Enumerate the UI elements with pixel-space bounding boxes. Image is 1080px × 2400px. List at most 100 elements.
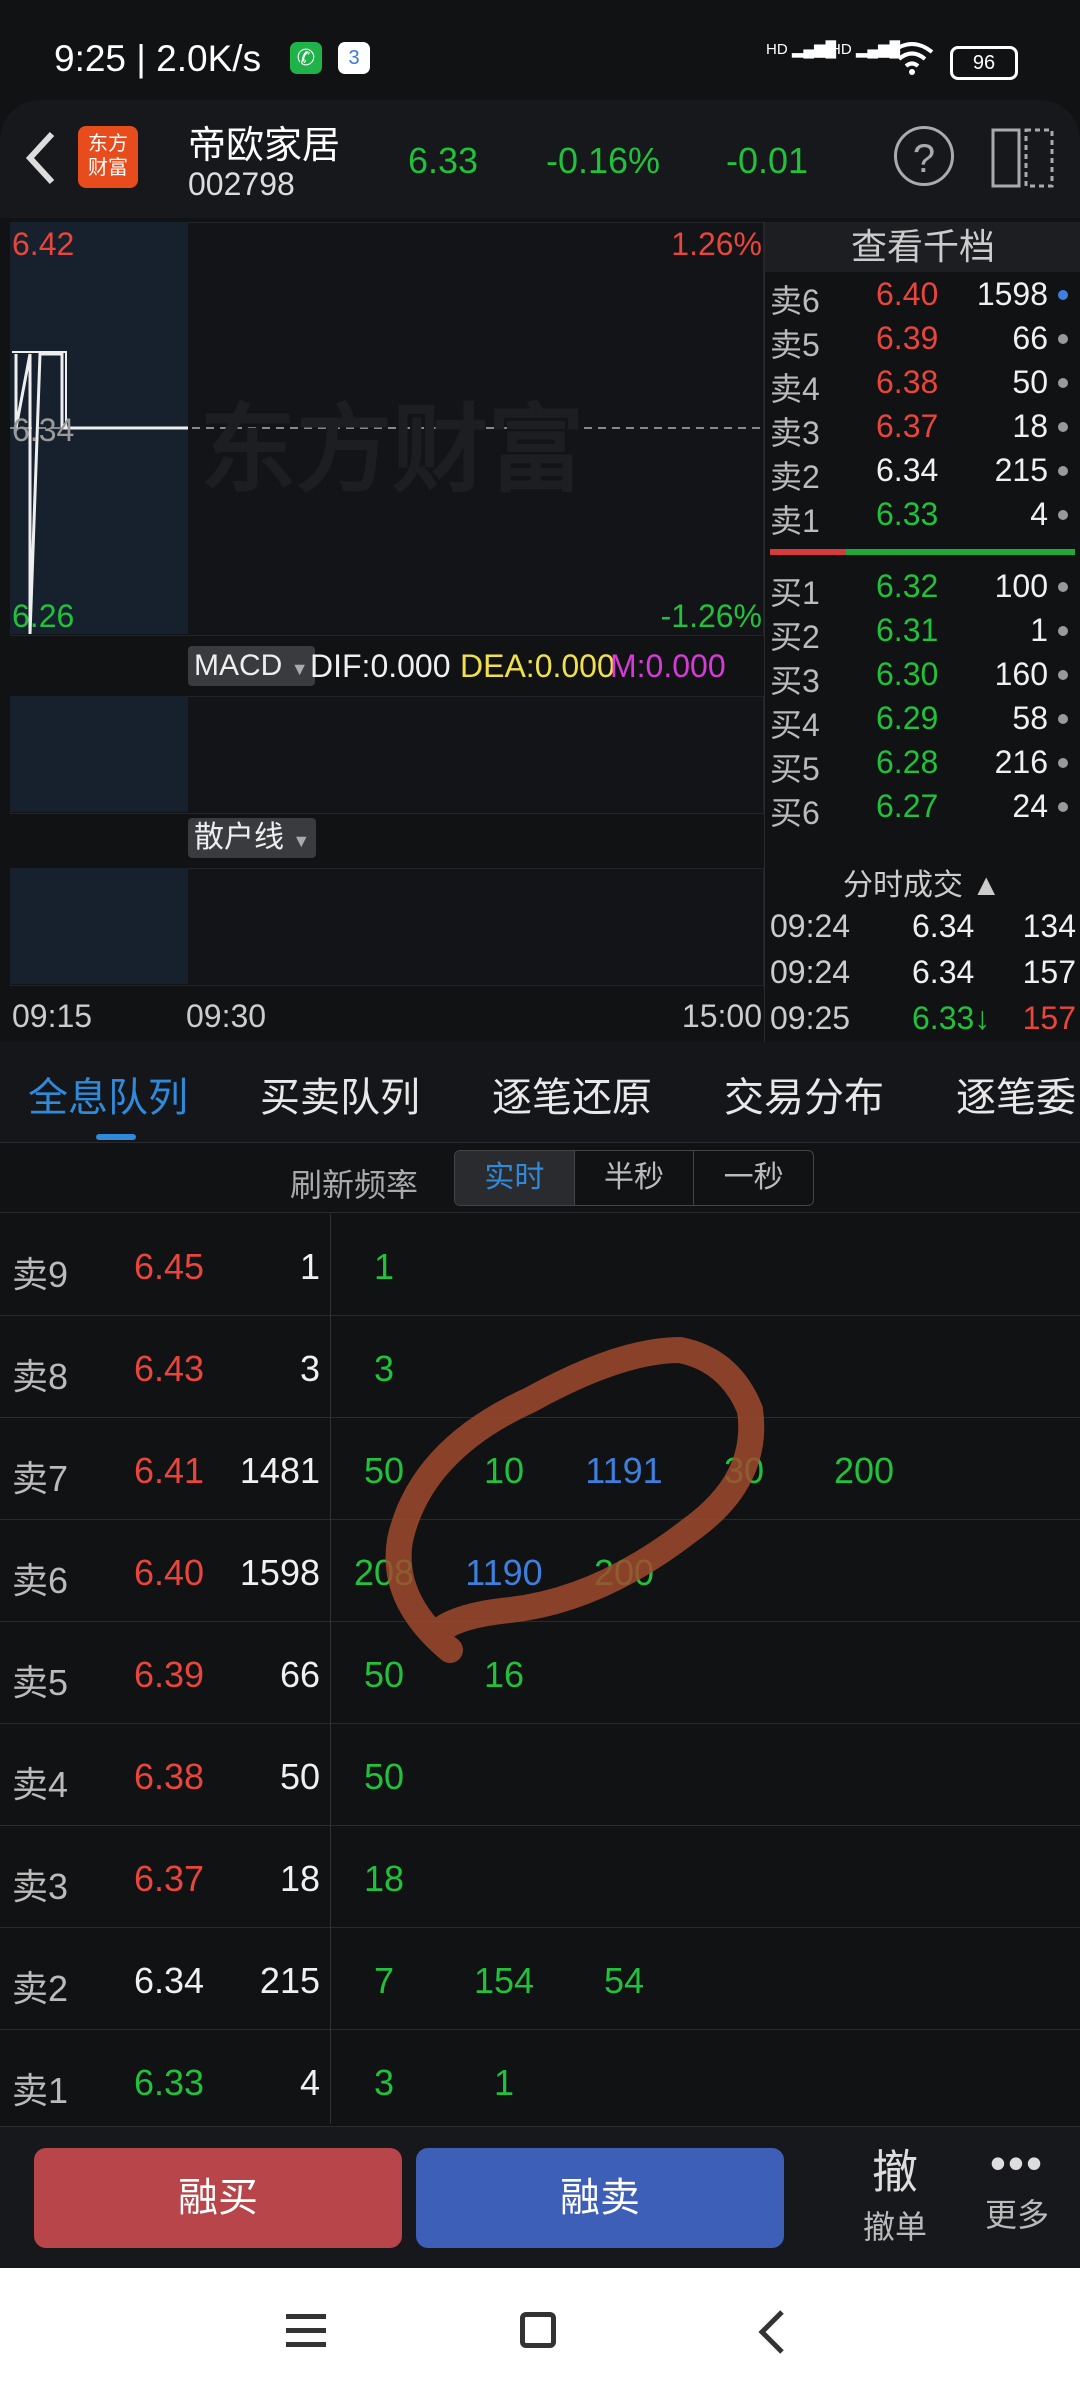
ask-volume: 18 xyxy=(1012,408,1048,444)
queue-price: 6.40 xyxy=(134,1552,205,1593)
stock-code: 002798 xyxy=(188,166,295,202)
signal-icon: HD ▂▄▆█ xyxy=(766,41,837,58)
app-logo: 东方 财富 xyxy=(78,126,138,188)
menu-nav-icon[interactable] xyxy=(286,2314,326,2347)
refresh-option-half-second[interactable]: 半秒 xyxy=(575,1151,695,1205)
macd-dif: DIF:0.000 xyxy=(310,648,451,684)
queue-order: 1 xyxy=(373,1246,395,1287)
trade-price: 6.34 xyxy=(912,908,975,944)
refresh-options: 实时 半秒 一秒 xyxy=(454,1150,814,1206)
cancel-order-icon: 撤 xyxy=(872,2146,918,2198)
ask-row: 卖3 6.37 18 xyxy=(770,408,1070,452)
ask-row: 卖6 6.40 1598 xyxy=(770,276,1070,320)
queue-total: 215 xyxy=(259,1960,320,2001)
queue-order: 200 xyxy=(833,1450,895,1491)
ask-price: 6.40 xyxy=(876,276,939,312)
bid-label: 买1 xyxy=(770,575,820,611)
ask-label: 卖5 xyxy=(770,327,820,363)
retail-line-selector[interactable]: 散户线 ▼ xyxy=(188,818,317,858)
home-nav-icon[interactable] xyxy=(520,2312,556,2348)
refresh-label: 刷新频率 xyxy=(290,1167,419,1203)
queue-price: 6.37 xyxy=(134,1858,205,1899)
queue-level: 卖9 xyxy=(12,1254,69,1295)
queue-column-divider xyxy=(330,1214,331,2124)
trade-time: 09:24 xyxy=(770,954,851,990)
margin-sell-button[interactable]: 融卖 xyxy=(416,2148,784,2248)
queue-level: 卖8 xyxy=(12,1356,69,1397)
queue-row: 卖4 6.38 50 50 xyxy=(0,1724,1080,1826)
view-depth-button[interactable]: 查看千档 xyxy=(765,222,1080,272)
queue-total: 1 xyxy=(299,1246,320,1287)
bid-volume: 1 xyxy=(1030,612,1048,648)
trades-header[interactable]: 分时成交 ▲ xyxy=(764,860,1080,902)
ask-price: 6.33 xyxy=(876,496,939,532)
more-button[interactable]: ••• 更多 xyxy=(962,2136,1072,2256)
bid-price: 6.32 xyxy=(876,568,939,604)
back-icon[interactable] xyxy=(22,130,58,186)
ask-row: 卖5 6.39 66 xyxy=(770,320,1070,364)
ask-price: 6.39 xyxy=(876,320,939,356)
tab-4[interactable]: 逐笔委 xyxy=(956,1065,1076,1123)
bid-row: 买4 6.29 58 xyxy=(770,700,1070,744)
queue-level: 卖7 xyxy=(12,1458,69,1499)
bid-label: 买6 xyxy=(770,795,820,831)
tab-1[interactable]: 买卖队列 xyxy=(260,1065,420,1123)
refresh-option-one-second[interactable]: 一秒 xyxy=(694,1151,813,1205)
tab-2[interactable]: 逐笔还原 xyxy=(492,1065,652,1123)
bid-label: 买3 xyxy=(770,663,820,699)
queue-price: 6.38 xyxy=(134,1756,205,1797)
dot-icon xyxy=(1058,510,1068,520)
queue-total: 1598 xyxy=(239,1552,320,1593)
cancel-order-label: 撤单 xyxy=(862,2209,927,2245)
queue-order: 1 xyxy=(493,2062,515,2103)
ask-volume: 66 xyxy=(1012,320,1048,356)
queue-level: 卖6 xyxy=(12,1560,69,1601)
status-bar: 9:25 | 2.0K/s ✆ 3 HD ▂▄▆█ HD ▂▄▆█ 96 xyxy=(0,0,1080,100)
macd-selector[interactable]: MACD ▼ xyxy=(188,646,315,686)
ask-row: 卖1 6.33 4 xyxy=(770,496,1070,540)
bid-label: 买5 xyxy=(770,751,820,787)
dot-icon xyxy=(1058,758,1068,768)
margin-buy-button[interactable]: 融买 xyxy=(34,2148,402,2248)
chart-top-pct: 1.26% xyxy=(671,226,762,262)
queue-total: 3 xyxy=(299,1348,320,1389)
bid-row: 买3 6.30 160 xyxy=(770,656,1070,700)
cancel-order-button[interactable]: 撤 撤单 xyxy=(840,2136,950,2256)
bid-price: 6.28 xyxy=(876,744,939,780)
system-nav-bar xyxy=(0,2268,1080,2400)
tab-0[interactable]: 全息队列 xyxy=(28,1065,188,1123)
bid-price: 6.30 xyxy=(876,656,939,692)
help-icon[interactable]: ? xyxy=(894,126,954,186)
macd-dea: DEA:0.000 xyxy=(460,648,615,684)
dot-icon xyxy=(1058,802,1068,812)
layout-switch-icon[interactable] xyxy=(990,124,1056,190)
ask-price: 6.34 xyxy=(876,452,939,488)
chart-top-price: 6.42 xyxy=(12,226,75,262)
macd-m: M:0.000 xyxy=(610,648,726,684)
bid-volume: 58 xyxy=(1012,700,1048,736)
active-tab-indicator xyxy=(96,1134,136,1140)
dot-icon xyxy=(1058,378,1068,388)
refresh-option-realtime[interactable]: 实时 xyxy=(455,1151,575,1205)
queue-level: 卖4 xyxy=(12,1764,69,1805)
queue-row: 卖9 6.45 1 1 xyxy=(0,1214,1080,1316)
app-notification-icon: 3 xyxy=(338,42,370,74)
ask-row: 卖2 6.34 215 xyxy=(770,452,1070,496)
back-nav-icon[interactable] xyxy=(758,2310,786,2354)
bid-price: 6.29 xyxy=(876,700,939,736)
queue-order: 50 xyxy=(363,1756,405,1797)
ask-label: 卖6 xyxy=(770,283,820,319)
ask-volume: 215 xyxy=(994,452,1048,488)
trade-row: 09:24 6.34 157 xyxy=(770,954,1076,998)
trade-time: 09:25 xyxy=(770,1000,851,1036)
intraday-chart[interactable]: 东方财富 6.42 1.26% 6.34 6.26 -1.26% MACD ▼ … xyxy=(10,222,764,1034)
wifi-icon xyxy=(890,42,934,75)
divider xyxy=(0,1212,1080,1213)
more-label: 更多 xyxy=(984,2197,1049,2233)
ask-price: 6.37 xyxy=(876,408,939,444)
tab-3[interactable]: 交易分布 xyxy=(724,1065,884,1123)
ask-volume: 50 xyxy=(1012,364,1048,400)
queue-order: 3 xyxy=(373,2062,395,2103)
queue-total: 66 xyxy=(279,1654,320,1695)
status-time: 9:25 | 2.0K/s xyxy=(54,38,262,79)
